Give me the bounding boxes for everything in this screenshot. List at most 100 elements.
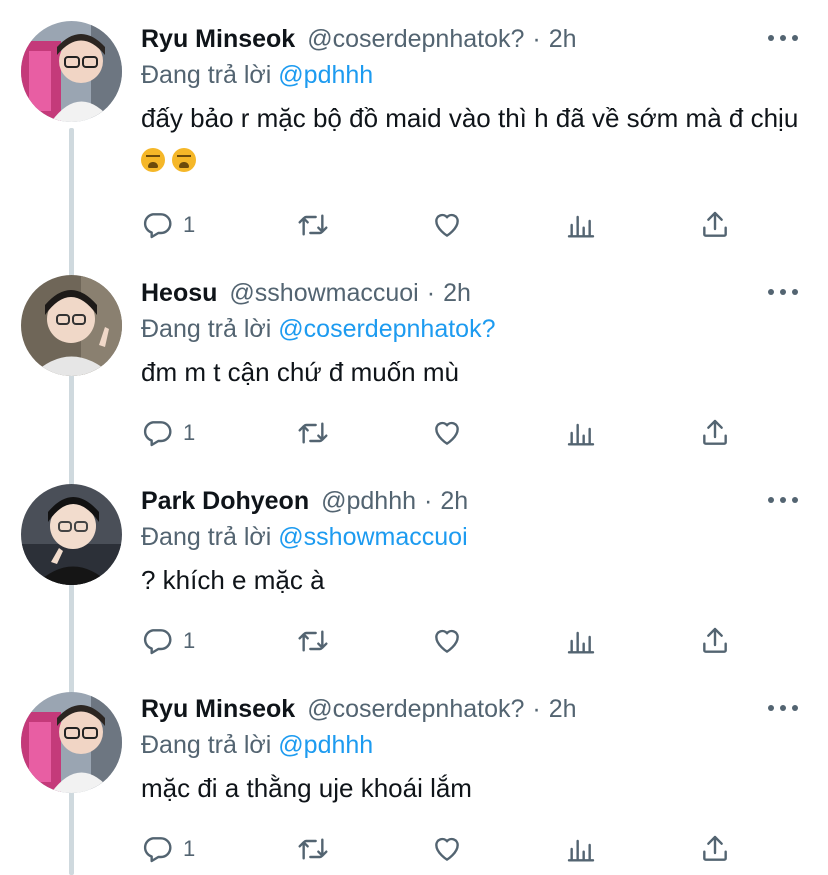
reply-icon xyxy=(143,837,172,863)
reply-prefix: Đang trả lời xyxy=(141,61,272,89)
tweet-text: đm m t cận chứ đ muốn mù xyxy=(141,357,459,387)
user-handle[interactable]: @coserdepnhatok? xyxy=(307,695,524,724)
more-icon[interactable] xyxy=(768,287,798,297)
avatar-image xyxy=(21,275,122,376)
reply-mention[interactable]: @pdhhh xyxy=(278,61,373,89)
analytics-icon xyxy=(567,423,595,446)
timestamp[interactable]: 2h xyxy=(440,487,468,516)
retweet-button[interactable] xyxy=(297,833,329,865)
analytics-icon xyxy=(567,839,595,862)
reply-mention[interactable]: @sshowmaccuoi xyxy=(278,523,467,551)
avatar-image xyxy=(21,692,122,793)
reply-button[interactable]: 1 xyxy=(141,833,195,865)
display-name[interactable]: Ryu Minseok xyxy=(141,695,295,724)
reply-context: Đang trả lời @coserdepnhatok? xyxy=(141,311,798,347)
avatar[interactable] xyxy=(21,275,122,376)
share-icon xyxy=(703,419,727,445)
more-icon[interactable] xyxy=(768,33,798,43)
reply-prefix: Đang trả lời xyxy=(141,731,272,759)
separator: · xyxy=(424,486,433,515)
display-name[interactable]: Heosu xyxy=(141,279,217,308)
tweet-header: Ryu Minseok @coserdepnhatok? · 2h xyxy=(141,21,798,57)
avatar-image xyxy=(21,484,122,585)
reply-button[interactable]: 1 xyxy=(141,209,195,241)
user-handle[interactable]: @pdhhh xyxy=(321,487,416,516)
tweet-header: Park Dohyeon @pdhhh · 2h xyxy=(141,483,798,519)
reply-prefix: Đang trả lời xyxy=(141,315,272,343)
retweet-button[interactable] xyxy=(297,625,329,657)
share-icon xyxy=(703,835,727,861)
like-icon xyxy=(435,837,459,861)
action-bar: 1 xyxy=(141,621,731,661)
analytics-icon xyxy=(567,631,595,654)
share-button[interactable] xyxy=(699,417,731,449)
tweet[interactable]: Heosu @sshowmaccuoi · 2h Đang trả lời @c… xyxy=(0,258,828,466)
retweet-icon xyxy=(298,214,328,236)
analytics-button[interactable] xyxy=(565,417,597,449)
analytics-button[interactable] xyxy=(565,833,597,865)
like-button[interactable] xyxy=(431,209,463,241)
retweet-icon xyxy=(298,838,328,860)
retweet-icon xyxy=(298,630,328,652)
reply-context: Đang trả lời @pdhhh xyxy=(141,57,798,93)
reply-count: 1 xyxy=(183,420,196,445)
user-handle[interactable]: @sshowmaccuoi xyxy=(229,279,418,308)
tweet-text: đấy bảo r mặc bộ đồ maid vào thì h đã về… xyxy=(141,97,801,181)
like-icon xyxy=(435,213,459,237)
action-bar: 1 xyxy=(141,205,731,245)
reply-icon xyxy=(143,421,172,447)
user-handle[interactable]: @coserdepnhatok? xyxy=(307,25,524,54)
reply-mention[interactable]: @coserdepnhatok? xyxy=(278,315,495,343)
tweet-header: Heosu @sshowmaccuoi · 2h xyxy=(141,275,798,311)
analytics-button[interactable] xyxy=(565,625,597,657)
reply-mention[interactable]: @pdhhh xyxy=(278,731,373,759)
tweet[interactable]: Ryu Minseok @coserdepnhatok? · 2h Đang t… xyxy=(0,674,828,875)
timestamp[interactable]: 2h xyxy=(549,25,577,54)
reply-count: 1 xyxy=(183,628,196,653)
like-button[interactable] xyxy=(431,625,463,657)
reply-context: Đang trả lời @sshowmaccuoi xyxy=(141,519,798,555)
display-name[interactable]: Park Dohyeon xyxy=(141,487,309,516)
share-button[interactable] xyxy=(699,625,731,657)
more-icon[interactable] xyxy=(768,495,798,505)
avatar-image xyxy=(21,21,122,122)
tweet-header: Ryu Minseok @coserdepnhatok? · 2h xyxy=(141,691,798,727)
reply-button[interactable]: 1 xyxy=(141,625,195,657)
share-button[interactable] xyxy=(699,833,731,865)
reply-count: 1 xyxy=(183,212,196,237)
reply-icon xyxy=(143,629,172,655)
tweet-text: mặc đi a thằng uje khoái lắm xyxy=(141,773,472,803)
tweet[interactable]: Ryu Minseok @coserdepnhatok? · 2h Đang t… xyxy=(0,0,828,258)
share-icon xyxy=(703,211,727,237)
reply-prefix: Đang trả lời xyxy=(141,523,272,551)
like-button[interactable] xyxy=(431,417,463,449)
reply-button[interactable]: 1 xyxy=(141,417,195,449)
avatar[interactable] xyxy=(21,21,122,122)
tired-face-emoji xyxy=(172,148,197,172)
analytics-button[interactable] xyxy=(565,209,597,241)
tweet-text-content: đấy bảo r mặc bộ đồ maid vào thì h đã về… xyxy=(141,103,799,133)
like-icon xyxy=(435,421,459,445)
tweet-text: ? khích e mặc à xyxy=(141,565,325,595)
reply-icon xyxy=(143,213,172,239)
timestamp[interactable]: 2h xyxy=(549,695,577,724)
display-name[interactable]: Ryu Minseok xyxy=(141,25,295,54)
like-button[interactable] xyxy=(431,833,463,865)
action-bar: 1 xyxy=(141,829,731,869)
analytics-icon xyxy=(567,215,595,238)
separator: · xyxy=(532,24,541,53)
share-button[interactable] xyxy=(699,209,731,241)
avatar[interactable] xyxy=(21,484,122,585)
reply-context: Đang trả lời @pdhhh xyxy=(141,727,798,763)
reply-count: 1 xyxy=(183,836,196,861)
retweet-button[interactable] xyxy=(297,417,329,449)
like-icon xyxy=(435,629,459,653)
timestamp[interactable]: 2h xyxy=(443,279,471,308)
avatar[interactable] xyxy=(21,692,122,793)
share-icon xyxy=(703,627,727,653)
tweet[interactable]: Park Dohyeon @pdhhh · 2h Đang trả lời @s… xyxy=(0,466,828,674)
tired-face-emoji xyxy=(141,148,165,172)
separator: · xyxy=(532,694,541,723)
retweet-button[interactable] xyxy=(297,209,329,241)
more-icon[interactable] xyxy=(768,703,798,713)
